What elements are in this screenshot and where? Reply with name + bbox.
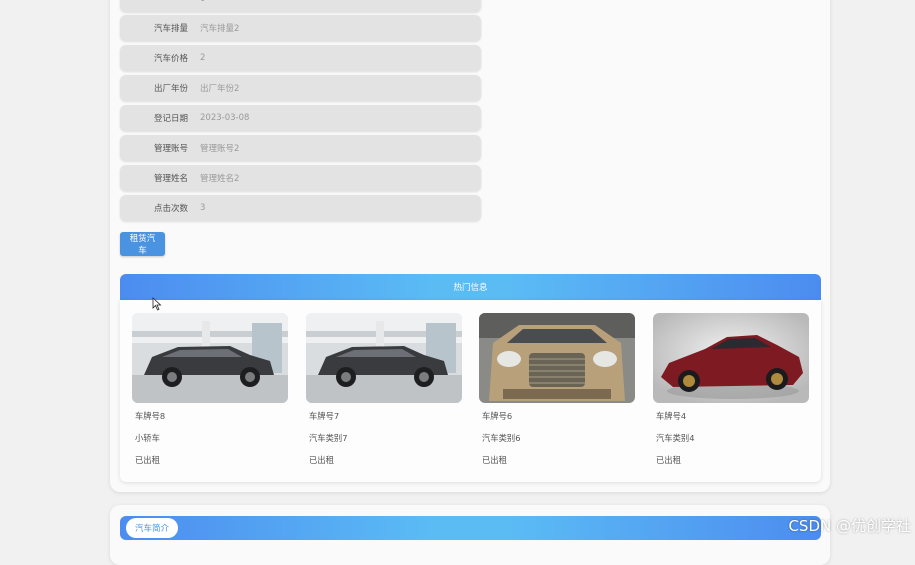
car-category: 小轿车 <box>135 433 160 443</box>
hot-car-card[interactable]: 车牌号8 小轿车 已出租 <box>132 313 288 471</box>
field-value: 管理姓名2 <box>200 174 240 184</box>
field-value: 2 <box>200 53 206 63</box>
detail-field-admin-account: 管理账号 管理账号2 <box>120 135 481 161</box>
hot-car-card[interactable]: 车牌号4 汽车类别4 已出租 <box>653 313 809 471</box>
intro-header-bar <box>120 516 821 540</box>
detail-field-displacement: 汽车排量 汽车排量2 <box>120 15 481 41</box>
detail-field-partial: ··· 0 <box>120 0 481 12</box>
field-value: 出厂年份2 <box>200 84 240 94</box>
detail-field-price: 汽车价格 2 <box>120 45 481 71</box>
detail-field-click-count: 点击次数 3 <box>120 195 481 221</box>
hot-info-title: 热门信息 <box>453 283 488 293</box>
hot-car-card[interactable]: 车牌号6 汽车类别6 已出租 <box>479 313 635 471</box>
car-status: 已出租 <box>309 455 334 465</box>
car-status: 已出租 <box>656 455 681 465</box>
car-plate: 车牌号6 <box>482 411 513 421</box>
hot-car-card[interactable]: 车牌号7 汽车类别7 已出租 <box>306 313 462 471</box>
car-image[interactable] <box>306 313 462 403</box>
rent-car-button[interactable]: 租赁汽车 <box>120 232 165 256</box>
car-image[interactable] <box>132 313 288 403</box>
field-label: ··· <box>120 0 188 4</box>
car-category: 汽车类别7 <box>309 433 348 443</box>
field-value: 0 <box>200 0 205 4</box>
car-status: 已出租 <box>482 455 507 465</box>
car-category: 汽车类别4 <box>656 433 695 443</box>
field-label: 管理姓名 <box>153 174 188 184</box>
field-label: 出厂年份 <box>153 84 188 94</box>
car-status: 已出租 <box>135 455 160 465</box>
field-label: 登记日期 <box>153 114 188 124</box>
car-image[interactable] <box>479 313 635 403</box>
hot-info-panel: 车牌号8 小轿车 已出租 车牌号7 汽车类别7 已出租 车牌号6 汽车类别6 已… <box>120 300 821 482</box>
watermark: CSDN @优创学社 <box>788 517 911 535</box>
detail-field-admin-name: 管理姓名 管理姓名2 <box>120 165 481 191</box>
car-category: 汽车类别6 <box>482 433 521 443</box>
field-label: 管理账号 <box>153 144 188 154</box>
hot-info-header: 热门信息 <box>120 274 821 300</box>
car-plate: 车牌号8 <box>135 411 166 421</box>
field-label: 汽车价格 <box>153 54 188 64</box>
mouse-cursor-icon <box>152 297 162 311</box>
detail-field-year: 出厂年份 出厂年份2 <box>120 75 481 101</box>
field-value: 汽车排量2 <box>200 24 240 34</box>
field-value: 3 <box>200 203 206 213</box>
field-value: 管理账号2 <box>200 144 240 154</box>
car-plate: 车牌号7 <box>309 411 340 421</box>
field-label: 汽车排量 <box>153 24 188 34</box>
car-plate: 车牌号4 <box>656 411 687 421</box>
field-value: 2023-03-08 <box>200 113 250 123</box>
car-image[interactable] <box>653 313 809 403</box>
detail-field-register-date: 登记日期 2023-03-08 <box>120 105 481 131</box>
tab-car-intro[interactable]: 汽车简介 <box>126 518 178 538</box>
field-label: 点击次数 <box>153 204 188 214</box>
